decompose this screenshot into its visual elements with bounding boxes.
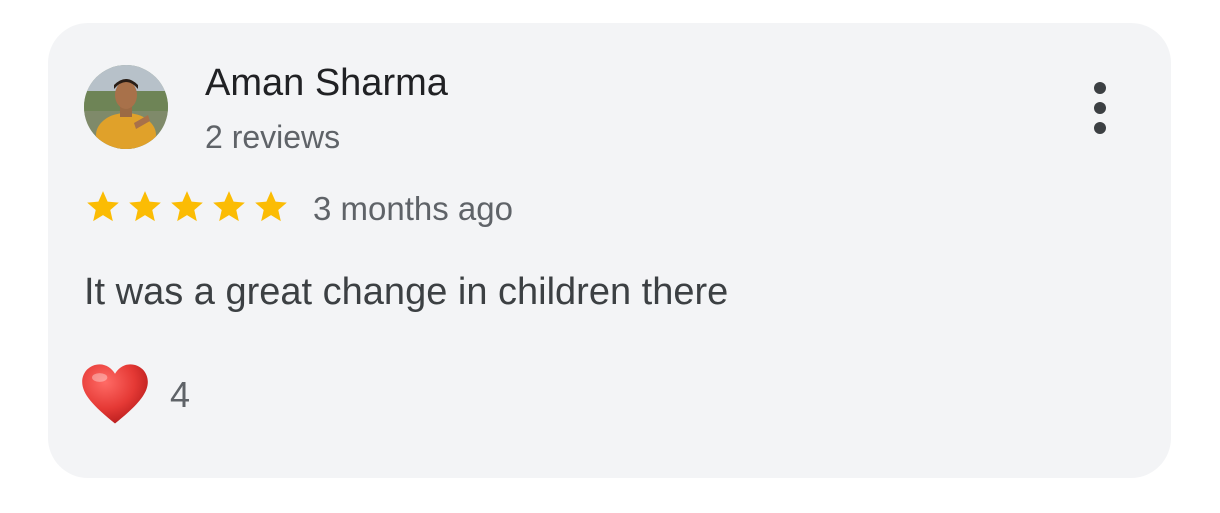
reaction-button[interactable]: 4 [80, 360, 190, 430]
author-name[interactable]: Aman Sharma [205, 60, 448, 106]
star-rating [83, 188, 291, 226]
more-options-button[interactable] [1080, 78, 1120, 138]
author-avatar[interactable] [84, 65, 168, 149]
review-text: It was a great change in children there [84, 271, 729, 313]
author-review-count: 2 reviews [205, 119, 341, 155]
star-icon [171, 191, 203, 222]
star-icon [255, 191, 287, 222]
heart-icon [82, 364, 148, 424]
review-time: 3 months ago [313, 190, 513, 227]
star-icon [129, 191, 161, 222]
more-vert-icon [1094, 82, 1106, 94]
more-vert-dot [1094, 122, 1106, 134]
avatar-photo [84, 65, 168, 149]
star-icon [87, 191, 119, 222]
reaction-count: 4 [170, 374, 191, 415]
more-vert-dot [1094, 102, 1106, 114]
star-icon [213, 191, 245, 222]
